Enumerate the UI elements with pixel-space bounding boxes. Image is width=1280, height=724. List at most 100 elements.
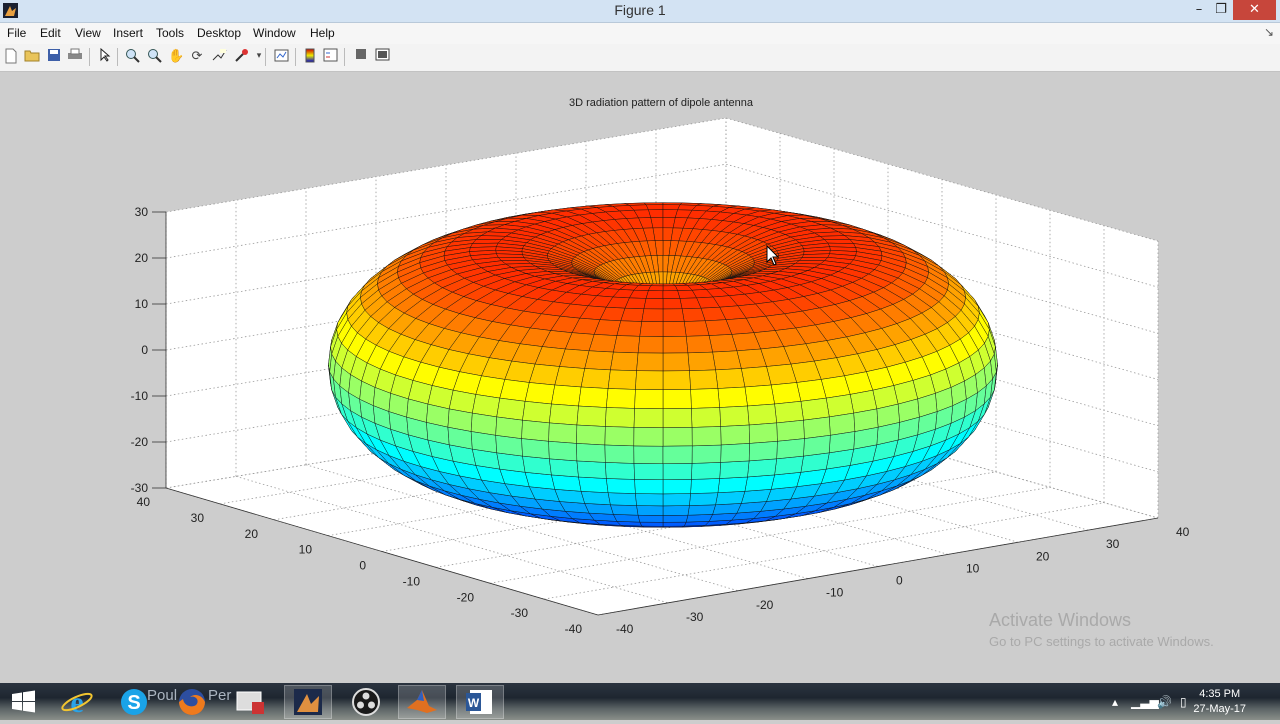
surface-patch <box>608 493 637 506</box>
surface-patch <box>721 443 750 462</box>
word-icon[interactable]: W <box>456 685 504 719</box>
start-button[interactable] <box>0 685 48 719</box>
surface-patch <box>663 446 692 464</box>
maximize-button[interactable]: ❐ <box>1206 0 1236 20</box>
surface-patch <box>663 408 692 427</box>
surface-patch <box>691 389 720 409</box>
surface-patch <box>648 210 663 218</box>
y-tick-label: -40 <box>616 622 634 636</box>
x-tick-label: 0 <box>359 559 366 573</box>
surface-patch <box>642 309 663 322</box>
zoom-out-icon[interactable] <box>146 48 162 65</box>
surface-patch <box>748 459 777 477</box>
svg-text:e: e <box>70 686 83 719</box>
brush-icon[interactable] <box>233 48 249 65</box>
surface-patch <box>682 308 705 321</box>
surface-patch <box>525 383 555 405</box>
x-tick-label: -20 <box>457 590 475 604</box>
battery-icon[interactable]: ▯ <box>1180 695 1187 709</box>
matlab-figure-icon[interactable] <box>284 685 332 719</box>
menu-edit[interactable]: Edit <box>40 26 61 40</box>
surface-patch <box>638 336 663 353</box>
surface-patch <box>713 503 742 514</box>
figure-canvas[interactable]: 3020100-10-20-30403020100-10-20-30-40-40… <box>0 72 1280 682</box>
toolbar-separator <box>89 48 90 66</box>
x-tick-label: 20 <box>245 527 259 541</box>
menu-tools[interactable]: Tools <box>156 26 184 40</box>
surface-patch <box>638 515 663 522</box>
surface-patch <box>634 463 663 479</box>
menu-window[interactable]: Window <box>253 26 296 40</box>
z-tick-label: 0 <box>141 343 148 357</box>
axes-3d[interactable]: 3020100-10-20-30403020100-10-20-30-40-40… <box>0 72 1280 682</box>
network-icon[interactable]: ▁▃▅ <box>1131 695 1159 709</box>
surface-patch <box>644 203 663 205</box>
pan-icon[interactable]: ✋ <box>168 48 184 65</box>
tray-expand-icon[interactable]: ▴ <box>1112 695 1118 709</box>
plot-title: 3D radiation pattern of dipole antenna <box>569 97 754 109</box>
new-figure-icon[interactable] <box>3 48 19 65</box>
matlab-icon[interactable] <box>398 685 446 719</box>
surface-patch <box>720 406 749 427</box>
surface-patch <box>606 389 635 409</box>
z-tick-label: -10 <box>131 389 149 403</box>
print-icon[interactable] <box>67 48 83 65</box>
save-icon[interactable] <box>46 48 62 65</box>
volume-icon[interactable]: 🔊 <box>1157 695 1172 709</box>
surface-patch <box>610 505 638 515</box>
surface-patch <box>635 371 663 390</box>
surface-patch <box>663 322 686 337</box>
surface-patch <box>555 367 585 388</box>
surface-patch <box>691 479 720 494</box>
surface-patch <box>663 494 691 506</box>
rotate-3d-icon[interactable]: ⟳ <box>189 48 205 65</box>
app-icon[interactable] <box>226 685 274 719</box>
z-tick-label: -30 <box>131 481 149 495</box>
link-plot-icon[interactable] <box>273 48 289 65</box>
menu-insert[interactable]: Insert <box>113 26 143 40</box>
edit-plot-icon[interactable] <box>97 48 113 65</box>
surface-patch <box>745 475 775 491</box>
surface-patch <box>686 336 712 353</box>
surface-patch <box>646 205 663 210</box>
menu-desktop[interactable]: Desktop <box>197 26 241 40</box>
surface-patch <box>741 367 771 388</box>
surface-patch <box>640 322 663 337</box>
menu-view[interactable]: View <box>75 26 101 40</box>
surface-patch <box>718 477 748 493</box>
legend-icon[interactable] <box>322 48 338 65</box>
radiation-pattern-surface[interactable] <box>328 203 997 528</box>
windows-taskbar: e S Poul Per W ▴ ▁▃▅ 🔊 ▯ 4:35 PM 27-May-… <box>0 683 1280 720</box>
surface-patch <box>581 491 610 505</box>
surface-patch <box>523 401 552 423</box>
dock-arrow-icon[interactable]: ↘ <box>1264 25 1274 39</box>
surface-patch <box>663 506 689 516</box>
surface-patch <box>663 203 682 205</box>
internet-explorer-icon[interactable]: e <box>53 685 101 719</box>
surface-patch <box>749 441 777 461</box>
svg-text:S: S <box>127 692 140 714</box>
surface-patch <box>617 321 642 337</box>
close-button[interactable]: ✕ <box>1233 0 1276 20</box>
colorbar-icon[interactable] <box>302 48 318 65</box>
system-clock[interactable]: 4:35 PM 27-May-17 <box>1193 687 1246 717</box>
show-plot-tools-icon[interactable] <box>374 48 390 65</box>
hide-plot-tools-icon[interactable] <box>353 48 369 65</box>
open-file-icon[interactable] <box>24 48 40 65</box>
menu-file[interactable]: File <box>7 26 26 40</box>
surface-patch <box>829 432 855 453</box>
menu-help[interactable]: Help <box>310 26 335 40</box>
obs-icon[interactable] <box>342 685 390 719</box>
surface-patch <box>775 401 804 423</box>
surface-patch <box>663 336 688 353</box>
surface-patch <box>637 353 663 371</box>
surface-patch <box>634 446 663 464</box>
toolbar-separator <box>295 48 296 66</box>
y-tick-label: 10 <box>966 561 980 575</box>
x-tick-label: 30 <box>191 511 205 525</box>
surface-patch <box>549 404 578 425</box>
data-cursor-icon[interactable] <box>211 48 227 65</box>
surface-patch <box>688 352 716 371</box>
zoom-in-icon[interactable] <box>124 48 140 65</box>
surface-patch <box>496 417 523 439</box>
